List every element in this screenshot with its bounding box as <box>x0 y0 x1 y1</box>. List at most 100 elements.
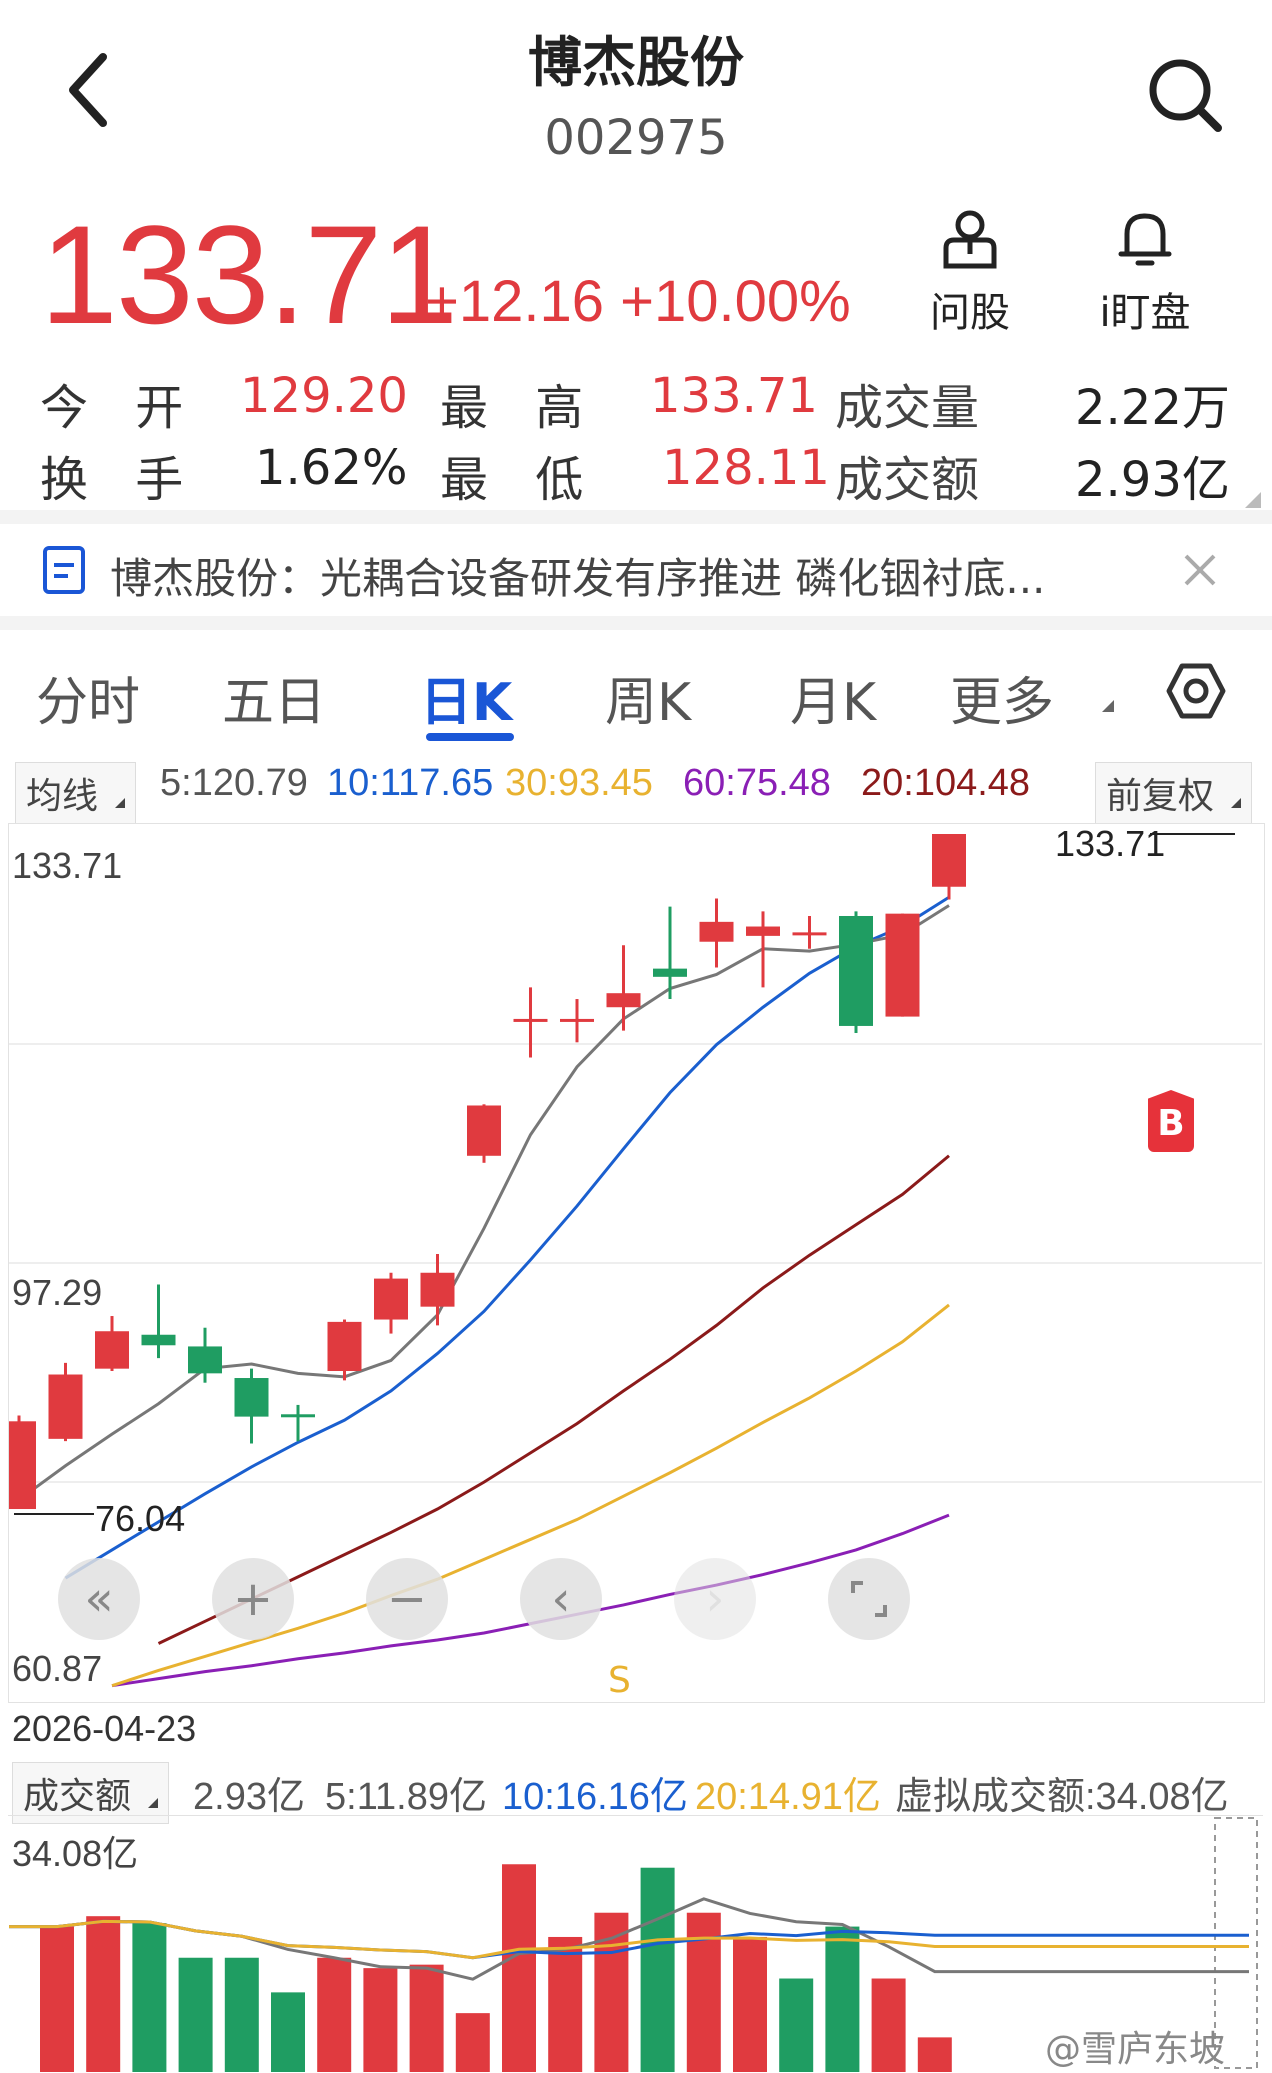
candle-body[interactable] <box>653 968 687 977</box>
candle-body[interactable] <box>188 1346 222 1374</box>
candle-body[interactable] <box>839 915 873 1026</box>
volume-bar[interactable] <box>224 1957 259 2072</box>
volume-bar[interactable] <box>132 1923 167 2072</box>
candle-body[interactable] <box>932 834 966 887</box>
ma30-value: 30:93.45 <box>505 762 653 804</box>
adjust-selector[interactable]: 前复权 <box>1095 762 1253 824</box>
change-amount: +12.16 <box>425 269 605 334</box>
virtual-volume: 虚拟成交额:34.08亿 <box>895 1776 1229 1818</box>
fullscreen-button[interactable] <box>828 1558 910 1640</box>
adjust-label: 前复权 <box>1106 776 1215 817</box>
double-chevron-left-icon: « <box>84 1571 114 1627</box>
y-axis-max: 133.71 <box>12 845 123 886</box>
news-headline[interactable]: 博杰股份：光耦合设备研发有序推进 磷化铟衬底... <box>110 545 1045 606</box>
candle-body[interactable] <box>48 1374 83 1439</box>
open-value: 129.20 <box>240 368 408 424</box>
watch-button[interactable]: i盯盘 <box>1080 208 1210 338</box>
ma5-value: 5:120.79 <box>160 762 308 804</box>
close-icon[interactable] <box>1180 550 1220 590</box>
search-button[interactable] <box>1140 50 1230 140</box>
volume-bar[interactable] <box>733 1936 767 2072</box>
volume-bar[interactable] <box>917 2037 952 2072</box>
volume-bar[interactable] <box>871 1978 906 2072</box>
low-value: 128.11 <box>662 440 830 496</box>
high-marker-label: 133.71 <box>1055 823 1166 864</box>
ma10-value: 10:117.65 <box>327 762 494 804</box>
candle-body[interactable] <box>234 1378 269 1417</box>
kline-svg <box>9 834 1262 1688</box>
amount-label: 成交额 <box>835 452 980 508</box>
dropdown-corner-icon <box>1231 798 1242 808</box>
volume-bar[interactable] <box>640 1867 675 2072</box>
volume-bar[interactable] <box>502 1864 536 2072</box>
high-marker-line <box>1150 833 1235 835</box>
candle-body[interactable] <box>327 1321 362 1372</box>
next-button[interactable]: › <box>674 1558 756 1640</box>
volume-bar[interactable] <box>271 1992 305 2072</box>
volume-ma20-line <box>9 1919 1249 1960</box>
volume-ma5: 5:11.89亿 <box>325 1776 487 1818</box>
tab-weekly-k[interactable]: 周K <box>605 660 691 735</box>
candle-body[interactable] <box>746 926 780 936</box>
watch-label: i盯盘 <box>1099 290 1191 336</box>
volume-bar[interactable] <box>363 1968 398 2072</box>
divider <box>0 616 1272 630</box>
buy-signal-badge[interactable]: B <box>1148 1090 1194 1152</box>
volume-bar[interactable] <box>594 1912 629 2072</box>
volume-bar[interactable] <box>548 1936 583 2072</box>
tab-daily-k[interactable]: 日K <box>420 660 512 735</box>
stock-name: 博杰股份 <box>528 31 744 94</box>
ma10-line <box>64 896 950 1580</box>
candle-body[interactable] <box>420 1272 455 1307</box>
volume-bar[interactable] <box>178 1957 213 2072</box>
candle-body[interactable] <box>560 1018 594 1022</box>
tab-more[interactable]: 更多 <box>950 660 1054 735</box>
previous-button[interactable]: ‹ <box>520 1558 602 1640</box>
sell-signal-badge[interactable]: S <box>608 1660 631 1701</box>
dropdown-corner-icon <box>1102 700 1114 712</box>
volume-bar[interactable] <box>409 1964 444 2072</box>
watermark: @雪庐东坡 <box>1045 2029 1226 2070</box>
zoom-in-button[interactable]: + <box>212 1558 294 1640</box>
volume-bar[interactable] <box>825 1926 860 2072</box>
candle-body[interactable] <box>281 1414 315 1418</box>
divider <box>0 510 1272 524</box>
candle-body[interactable] <box>606 993 641 1008</box>
volume-bar[interactable] <box>455 2013 490 2072</box>
candle-body[interactable] <box>141 1334 176 1346</box>
ask-stock-button[interactable]: 问股 <box>905 208 1035 338</box>
current-price: 133.71 <box>40 196 458 353</box>
candle-body[interactable] <box>792 932 827 936</box>
ma-selector-label: 均线 <box>26 776 99 817</box>
volume-ma10: 10:16.16亿 <box>502 1776 688 1818</box>
tab-five-day[interactable]: 五日 <box>222 660 326 735</box>
candle-body[interactable] <box>513 1018 548 1022</box>
low-marker-line <box>14 1513 94 1515</box>
high-value: 133.71 <box>650 368 818 424</box>
document-icon <box>43 546 85 594</box>
volume-today: 2.93亿 <box>193 1776 305 1818</box>
rewind-button[interactable]: « <box>58 1558 140 1640</box>
expand-corner-icon[interactable] <box>1245 492 1261 508</box>
fullscreen-icon <box>851 1581 887 1617</box>
turnover-label: 换 手 <box>40 452 200 508</box>
candle-body[interactable] <box>9 1421 36 1510</box>
volume-bar[interactable] <box>40 1926 74 2072</box>
volume-bar[interactable] <box>317 1957 352 2072</box>
zoom-out-button[interactable]: − <box>366 1558 448 1640</box>
candle-body[interactable] <box>699 921 734 942</box>
chevron-left-icon: ‹ <box>551 1571 571 1627</box>
volume-bar[interactable] <box>779 1978 814 2072</box>
tab-intraday[interactable]: 分时 <box>36 660 140 735</box>
candle-body[interactable] <box>467 1105 501 1156</box>
candle-body[interactable] <box>885 913 920 1017</box>
tab-monthly-k[interactable]: 月K <box>790 660 876 735</box>
volume-bar[interactable] <box>86 1916 121 2072</box>
candle-body[interactable] <box>374 1278 408 1320</box>
chevron-right-icon: › <box>705 1571 725 1627</box>
ma-selector[interactable]: 均线 <box>15 762 137 824</box>
candle-body[interactable] <box>95 1331 129 1369</box>
settings-icon[interactable] <box>1165 660 1227 722</box>
plus-icon: + <box>232 1571 274 1627</box>
low-marker-label: 76.04 <box>95 1498 186 1539</box>
